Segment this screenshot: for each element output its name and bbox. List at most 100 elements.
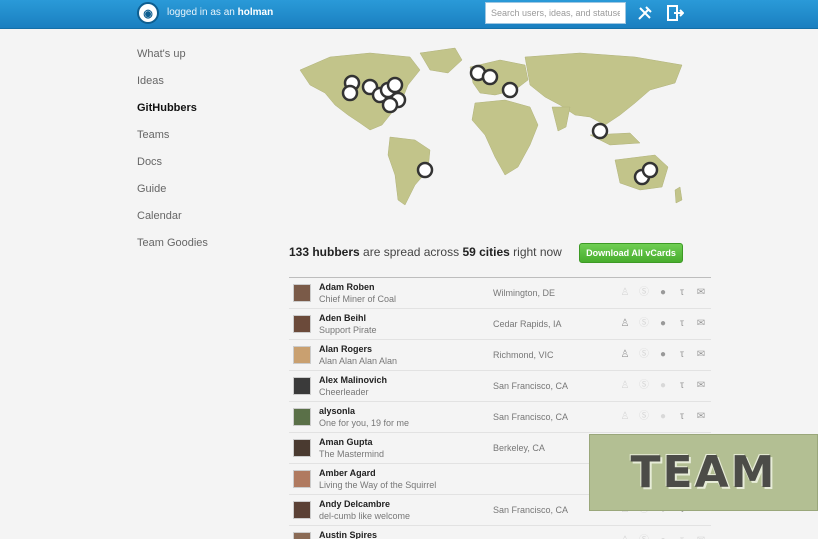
person-title: Chief Miner of Coal (319, 294, 397, 304)
summary-middle-text: are spread across (363, 245, 460, 259)
twitter-icon[interactable]: τ (676, 535, 688, 539)
logged-in-status: logged in as an holman (167, 7, 273, 18)
person-location: Wilmington, DE (493, 288, 556, 298)
twitter-icon[interactable]: τ (676, 349, 688, 361)
mail-icon[interactable]: ✉ (695, 535, 707, 539)
sidebar-item-ideas[interactable]: Ideas (137, 74, 208, 101)
chat-icon[interactable]: ● (657, 287, 669, 299)
skype-icon[interactable]: Ⓢ (638, 287, 650, 299)
asia-landmass (524, 52, 683, 126)
person-name[interactable]: Alan Rogers (319, 344, 372, 354)
avatar[interactable] (293, 439, 311, 457)
person-title: One for you, 19 for me (319, 418, 410, 428)
person-name[interactable]: Adam Roben (319, 282, 375, 292)
person-location: Cedar Rapids, IA (493, 319, 562, 329)
octocat-logo-icon[interactable]: ◉ (137, 2, 159, 24)
sidebar-item-calendar[interactable]: Calendar (137, 209, 208, 236)
person-title: Support Pirate (319, 325, 377, 335)
skype-icon[interactable]: Ⓢ (638, 349, 650, 361)
skype-icon[interactable]: Ⓢ (638, 535, 650, 539)
user-icon[interactable]: ♙ (619, 349, 631, 361)
chat-icon[interactable]: ● (657, 349, 669, 361)
team-badge: TEAM (589, 434, 818, 511)
user-icon[interactable]: ♙ (619, 535, 631, 539)
signout-icon[interactable] (666, 4, 685, 22)
chat-icon[interactable]: ● (657, 411, 669, 423)
avatar[interactable] (293, 346, 311, 364)
mail-icon[interactable]: ✉ (695, 380, 707, 392)
chat-icon[interactable]: ● (657, 380, 669, 392)
sidebar-item-whats-up[interactable]: What's up (137, 47, 208, 74)
table-row: Alex Malinovich Cheerleader San Francisco,… (289, 371, 711, 402)
user-icon[interactable]: ♙ (619, 380, 631, 392)
north-america-landmass (299, 52, 421, 131)
person-name[interactable]: alysonla (319, 406, 355, 416)
mail-icon[interactable]: ✉ (695, 411, 707, 423)
twitter-icon[interactable]: τ (676, 380, 688, 392)
user-icon[interactable]: ♙ (619, 318, 631, 330)
person-location: Berkeley, CA (493, 443, 545, 453)
tools-icon[interactable] (636, 4, 654, 22)
mail-icon[interactable]: ✉ (695, 318, 707, 330)
india-landmass (551, 106, 571, 132)
greenland-landmass (419, 47, 463, 74)
africa-landmass (471, 99, 539, 176)
table-row: Alan Rogers Alan Alan Alan Alan Richmond, … (289, 340, 711, 371)
hubbers-summary: 133 hubbers are spread across 59 cities … (289, 245, 562, 259)
download-vcards-button[interactable]: Download All vCards (579, 243, 683, 263)
sidebar-nav: What's up Ideas GitHubbers Teams Docs Gu… (137, 47, 208, 263)
location-pin (341, 84, 359, 102)
skype-icon[interactable]: Ⓢ (638, 380, 650, 392)
table-row: Adam Roben Chief Miner of Coal Wilmington,… (289, 278, 711, 309)
avatar[interactable] (293, 284, 311, 302)
sidebar-item-guide[interactable]: Guide (137, 182, 208, 209)
new-zealand-landmass (674, 186, 683, 204)
city-count: 59 cities (462, 245, 510, 259)
location-pin (501, 81, 519, 99)
avatar[interactable] (293, 408, 311, 426)
avatar[interactable] (293, 501, 311, 519)
twitter-icon[interactable]: τ (676, 287, 688, 299)
sidebar-item-githubbers[interactable]: GitHubbers (137, 101, 208, 128)
sidebar-item-docs[interactable]: Docs (137, 155, 208, 182)
person-name[interactable]: Alex Malinovich (319, 375, 387, 385)
person-name[interactable]: Austin Spires (319, 530, 377, 539)
chat-icon[interactable]: ● (657, 535, 669, 539)
location-pin (591, 122, 609, 140)
location-pin (481, 68, 499, 86)
chat-icon[interactable]: ● (657, 318, 669, 330)
avatar[interactable] (293, 532, 311, 539)
twitter-icon[interactable]: τ (676, 411, 688, 423)
table-row: alysonla One for you, 19 for me San Franci… (289, 402, 711, 433)
location-pin (416, 161, 434, 179)
person-title: del-cumb like welcome (319, 511, 411, 521)
skype-icon[interactable]: Ⓢ (638, 411, 650, 423)
person-location: San Francisco, CA (493, 412, 569, 422)
username-link[interactable]: holman (238, 7, 274, 18)
mail-icon[interactable]: ✉ (695, 349, 707, 361)
sidebar-item-teams[interactable]: Teams (137, 128, 208, 155)
person-name[interactable]: Aden Beihl (319, 313, 366, 323)
world-map (299, 47, 683, 206)
twitter-icon[interactable]: τ (676, 318, 688, 330)
person-location: San Francisco, CA (493, 505, 569, 515)
person-title: Living the Way of the Squirrel (319, 480, 437, 490)
search-input[interactable] (485, 2, 626, 24)
table-row: Aden Beihl Support Pirate Cedar Rapids, IA… (289, 309, 711, 340)
person-name[interactable]: Andy Delcambre (319, 499, 390, 509)
avatar[interactable] (293, 377, 311, 395)
user-icon[interactable]: ♙ (619, 411, 631, 423)
person-title: Alan Alan Alan Alan (319, 356, 398, 366)
person-location: San Francisco, CA (493, 381, 569, 391)
skype-icon[interactable]: Ⓢ (638, 318, 650, 330)
person-name[interactable]: Amber Agard (319, 468, 376, 478)
avatar[interactable] (293, 470, 311, 488)
top-bar: ◉ logged in as an holman (0, 0, 818, 29)
logged-in-prefix: logged in as an (167, 7, 235, 18)
mail-icon[interactable]: ✉ (695, 287, 707, 299)
user-icon[interactable]: ♙ (619, 287, 631, 299)
summary-suffix-text: right now (513, 245, 562, 259)
person-name[interactable]: Aman Gupta (319, 437, 373, 447)
sidebar-item-team-goodies[interactable]: Team Goodies (137, 236, 208, 263)
avatar[interactable] (293, 315, 311, 333)
